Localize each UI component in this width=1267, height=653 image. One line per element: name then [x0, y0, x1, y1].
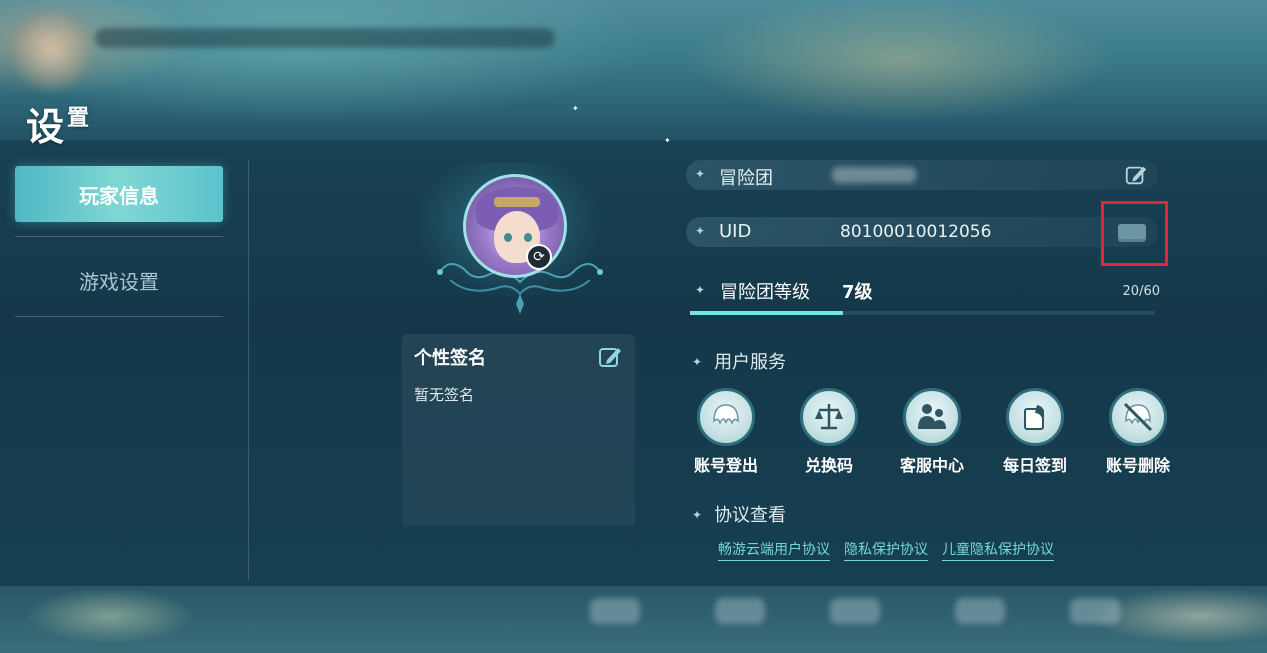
player-avatar[interactable]: [463, 174, 567, 278]
uid-label: UID: [719, 221, 752, 242]
logout-button[interactable]: 账号登出: [686, 388, 766, 476]
signature-card: 个性签名 暂无签名: [402, 334, 635, 526]
level-label: 冒险团等级: [720, 282, 810, 303]
page-title: 设置: [26, 96, 90, 151]
level-progress-bar: [690, 311, 1155, 315]
highlight-box: [1101, 201, 1168, 266]
daily-checkin-button[interactable]: 每日签到: [995, 388, 1075, 476]
redeem-code-button[interactable]: 兑换码: [789, 388, 869, 476]
services-title: ✦ 用户服务: [692, 352, 787, 373]
agreements-title: ✦ 协议查看: [692, 505, 787, 526]
support-icon: [903, 388, 961, 446]
delete-account-icon: [1109, 388, 1167, 446]
sidebar-item-game-settings[interactable]: 游戏设置: [15, 244, 223, 316]
diamond-icon: ✦: [695, 283, 706, 297]
sidebar-item-label: 玩家信息: [79, 183, 159, 208]
delete-account-button[interactable]: 账号删除: [1098, 388, 1178, 476]
sparkle-icon: ✦: [664, 136, 671, 145]
sidebar-divider: [15, 316, 223, 317]
uid-value: 80100010012056: [840, 222, 992, 242]
blurred-avatar: [12, 10, 92, 90]
logout-icon: [697, 388, 755, 446]
background-bottom: [0, 586, 1267, 653]
sidebar-item-player-info[interactable]: 玩家信息: [15, 166, 223, 222]
diamond-icon: ✦: [692, 508, 703, 522]
team-name-blurred: [832, 167, 916, 183]
sidebar: 玩家信息 游戏设置: [15, 166, 223, 324]
page-title-sub: 置: [67, 106, 91, 131]
child-privacy-policy-link[interactable]: 儿童隐私保护协议: [942, 539, 1054, 561]
level-value: 7级: [842, 282, 873, 303]
diamond-icon: ✦: [692, 355, 703, 369]
signature-title: 个性签名: [414, 348, 486, 369]
user-agreement-link[interactable]: 畅游云端用户协议: [718, 539, 830, 561]
edit-signature-icon[interactable]: [597, 344, 623, 374]
agreement-links: 畅游云端用户协议 隐私保护协议 儿童隐私保护协议: [718, 539, 1068, 561]
checkin-icon: [1006, 388, 1064, 446]
support-center-button[interactable]: 客服中心: [892, 388, 972, 476]
sparkle-icon: ✦: [572, 104, 579, 113]
page-title-main: 设: [26, 105, 66, 149]
uid-row: ✦ UID 80100010012056: [686, 217, 1158, 247]
level-progress-fill: [690, 311, 844, 315]
level-row: ✦ 冒险团等级 7级 20/60: [690, 278, 1160, 318]
signature-text: 暂无签名: [414, 386, 475, 404]
blurred-status-bar: [95, 28, 555, 48]
level-exp: 20/60: [1122, 284, 1160, 299]
background-top: [0, 0, 1267, 160]
diamond-icon: ✦: [695, 224, 706, 238]
sidebar-item-label: 游戏设置: [79, 269, 159, 294]
diamond-icon: ✦: [695, 167, 706, 181]
edit-team-icon[interactable]: [1124, 163, 1148, 191]
change-avatar-icon[interactable]: ⟳: [526, 244, 552, 270]
sidebar-divider: [15, 236, 223, 237]
services-list: 账号登出 兑换码 客服中心 每日签到 账号删除: [686, 388, 1186, 480]
privacy-policy-link[interactable]: 隐私保护协议: [844, 539, 928, 561]
team-row: ✦ 冒险团: [686, 160, 1158, 190]
scale-icon: [800, 388, 858, 446]
column-divider: [248, 160, 249, 580]
team-label: 冒险团: [719, 168, 773, 189]
avatar-section: ⟳: [420, 162, 620, 322]
